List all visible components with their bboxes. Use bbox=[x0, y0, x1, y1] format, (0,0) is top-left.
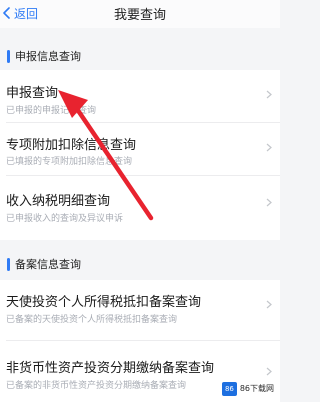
section-label: 备案信息查询 bbox=[15, 258, 81, 271]
chevron-right-icon bbox=[266, 198, 272, 207]
declaration-query-card: 申报查询 已申报的申报记录查询 专项附加扣除信息查询 已填报的专项附加扣除信息查… bbox=[0, 70, 280, 240]
list-item-desc: 已申报收入的查询及异议申诉 bbox=[6, 214, 124, 224]
list-item-special-deduction-query[interactable]: 专项附加扣除信息查询 已填报的专项附加扣除信息查询 bbox=[0, 123, 280, 175]
navigation-bar: 返回 我要查询 bbox=[0, 0, 280, 28]
watermark-logo: 86 bbox=[222, 381, 237, 396]
chevron-right-icon bbox=[266, 300, 272, 309]
list-item-desc: 已申报的申报记录查询 bbox=[6, 106, 97, 116]
chevron-right-icon bbox=[266, 367, 272, 376]
chevron-right-icon bbox=[266, 143, 272, 152]
page-title: 我要查询 bbox=[113, 8, 166, 23]
list-item-title: 专项附加扣除信息查询 bbox=[6, 138, 137, 153]
list-item-title: 申报查询 bbox=[6, 86, 59, 101]
section-marker bbox=[7, 257, 10, 271]
list-item-desc: 已备案的天使投资个人所得税抵扣备案查询 bbox=[6, 315, 178, 325]
list-item-title: 非货币性资产投资分期缴纳备案查询 bbox=[6, 361, 215, 376]
list-item-title: 收入纳税明细查询 bbox=[6, 194, 111, 209]
list-item-title: 天使投资个人所得税抵扣备案查询 bbox=[6, 295, 202, 310]
section-header-filing: 备案信息查询 bbox=[0, 250, 280, 278]
list-item-desc: 已填报的专项附加扣除信息查询 bbox=[6, 157, 133, 167]
watermark: 86 86下载网 bbox=[222, 380, 274, 397]
list-item-declaration-query[interactable]: 申报查询 已申报的申报记录查询 bbox=[0, 70, 280, 122]
list-item-income-tax-detail-query[interactable]: 收入纳税明细查询 已申报收入的查询及异议申诉 bbox=[0, 176, 280, 232]
list-item-desc: 已备案的非货币性资产投资分期缴纳备案查询 bbox=[6, 381, 187, 391]
section-marker bbox=[7, 49, 10, 63]
watermark-text: 86下载网 bbox=[239, 384, 274, 393]
list-item-angel-investment-filing-query[interactable]: 天使投资个人所得税抵扣备案查询 已备案的天使投资个人所得税抵扣备案查询 bbox=[0, 280, 280, 340]
section-label: 申报信息查询 bbox=[15, 50, 81, 63]
chevron-right-icon bbox=[266, 90, 272, 99]
section-header-declaration: 申报信息查询 bbox=[0, 42, 280, 70]
